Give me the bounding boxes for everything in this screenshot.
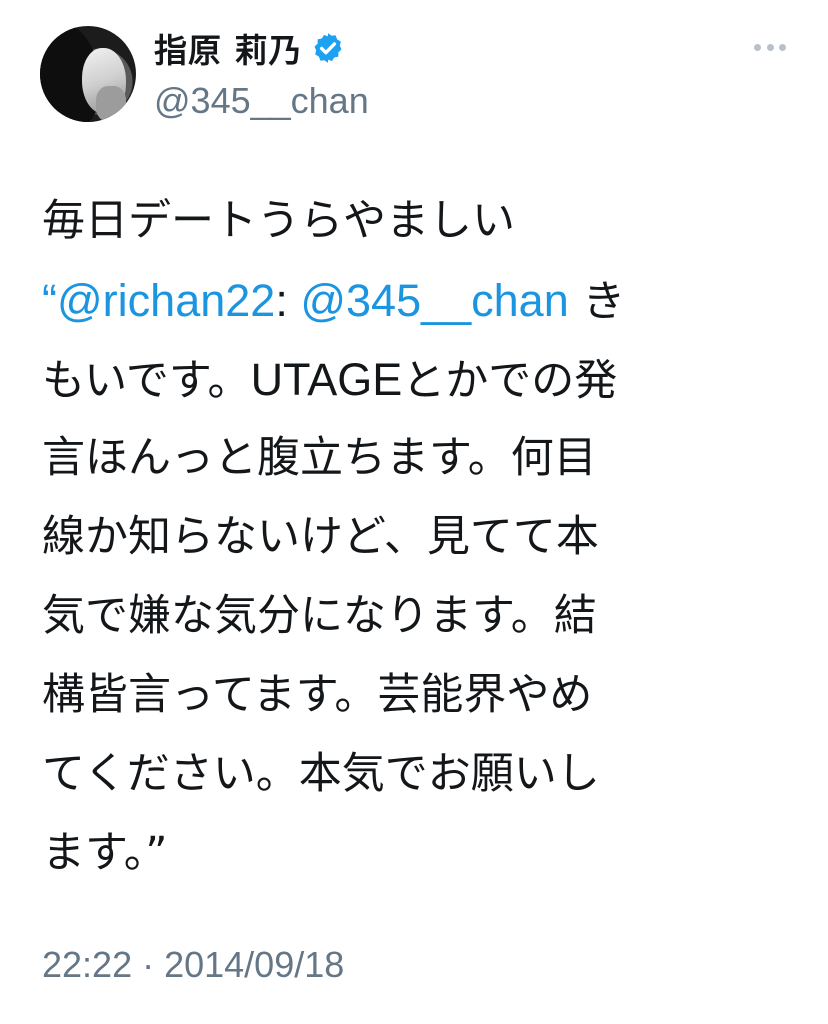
tweet-line: ます。” xyxy=(42,828,168,878)
mention-link-345-chan[interactable]: @345__chan xyxy=(300,275,568,326)
tweet-line: 言ほんっと腹立ちます。何目 xyxy=(42,433,597,483)
timestamp-separator: · xyxy=(132,944,165,985)
tweet-date: 2014/09/18 xyxy=(164,944,345,985)
tweet-line: “@richan22: @345__chan き xyxy=(42,261,802,340)
avatar-hand xyxy=(96,86,126,122)
tweet-text: 毎日デートうらやましい “@richan22: @345__chan き もいで… xyxy=(42,182,802,893)
text-fragment: き xyxy=(568,277,626,327)
more-options-icon[interactable] xyxy=(754,40,786,54)
display-name[interactable]: 指原 莉乃 xyxy=(154,24,303,72)
tweet-line: 気で嫌な気分になります。結 xyxy=(42,591,597,641)
tweet-line: 毎日デートうらやましい xyxy=(42,196,515,246)
tweet-line: 構皆言ってます。芸能界やめ xyxy=(42,670,593,720)
name-row: 指原 莉乃 xyxy=(154,26,345,70)
verified-badge-icon xyxy=(311,31,345,65)
mention-colon: : xyxy=(275,275,301,326)
tweet-line: もいです。UTAGEとかでの発 xyxy=(42,354,618,406)
user-handle[interactable]: @345__chan xyxy=(154,80,369,122)
avatar[interactable] xyxy=(40,26,136,122)
tweet-line: 線か知らないけど、見てて本 xyxy=(42,512,599,562)
tweet-timestamp[interactable]: 22:22 · 2014/09/18 xyxy=(42,944,344,986)
tweet-time: 22:22 xyxy=(42,944,133,985)
utage-word: UTAGE xyxy=(250,354,403,405)
quote-open: “ xyxy=(42,275,57,326)
mention-link-richan22[interactable]: @richan22 xyxy=(57,275,275,326)
tweet-card: 指原 莉乃 @345__chan 毎日デートうらやましい “@richan22:… xyxy=(0,0,828,1024)
tweet-line: てください。本気でお願いし xyxy=(42,749,600,799)
